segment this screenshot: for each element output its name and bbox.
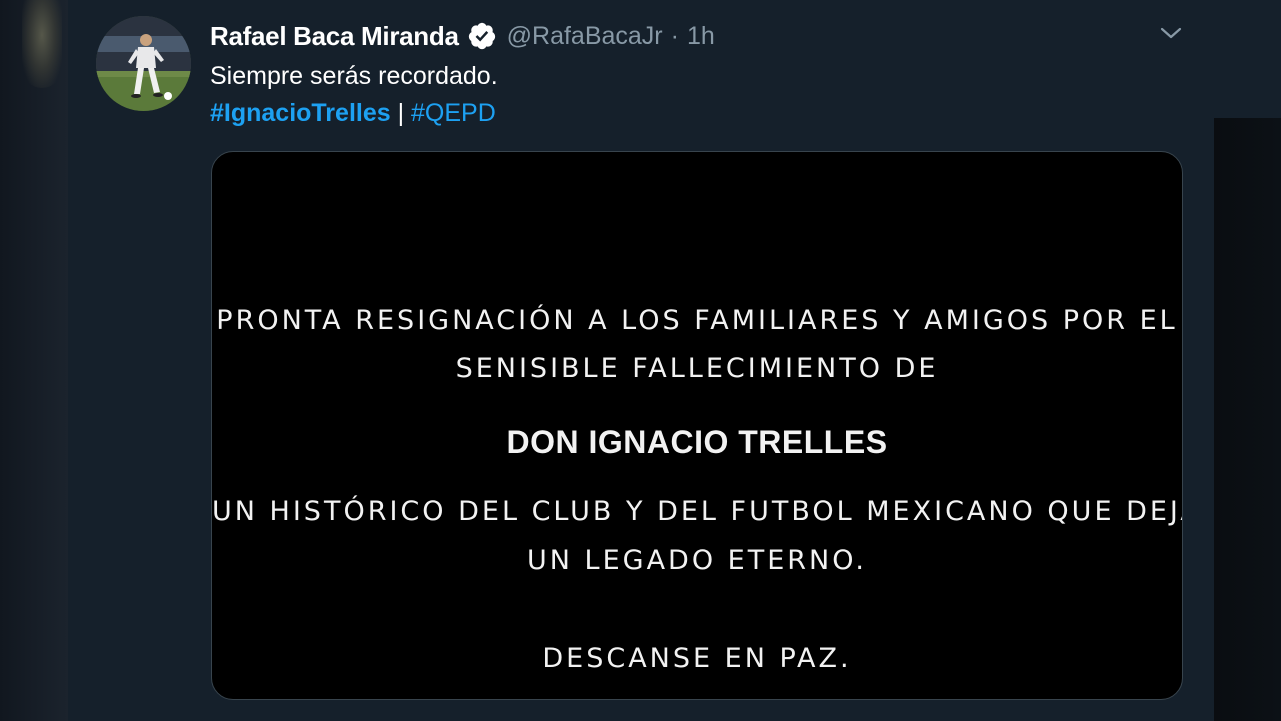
image-text-line: SENISIBLE FALLECIMIENTO DE xyxy=(455,353,939,384)
player-avatar-icon xyxy=(96,16,191,111)
image-text: PRONTA RESIGNACIÓN A LOS FAMILIARES Y AM… xyxy=(212,152,1182,699)
left-gutter xyxy=(0,0,68,721)
hashtag-line: #IgnacioTrelles | #QEPD xyxy=(210,95,498,132)
author-display-name[interactable]: Rafael Baca Miranda xyxy=(210,21,459,52)
verified-badge-icon xyxy=(467,21,497,51)
timestamp[interactable]: 1h xyxy=(687,22,715,51)
image-text-line: UN HISTÓRICO DEL CLUB Y DEL FUTBOL MEXIC… xyxy=(212,496,1183,527)
chevron-down-icon xyxy=(1160,27,1182,39)
hashtag-separator: | xyxy=(390,99,412,127)
blurred-background-shape xyxy=(22,0,62,88)
hashtag-link[interactable]: #IgnacioTrelles xyxy=(210,99,391,127)
separator-dot: · xyxy=(670,21,679,50)
media-image-card[interactable]: PRONTA RESIGNACIÓN A LOS FAMILIARES Y AM… xyxy=(211,151,1183,700)
hashtag-link[interactable]: #QEPD xyxy=(411,99,496,127)
image-text-line: PRONTA RESIGNACIÓN A LOS FAMILIARES Y AM… xyxy=(216,305,1178,336)
image-text-line: DESCANSE EN PAZ. xyxy=(542,643,852,674)
tweet-header-backdrop xyxy=(1214,0,1281,118)
screen: Rafael Baca Miranda @RafaBacaJr · 1h Sie… xyxy=(0,0,1281,721)
image-headline: DON IGNACIO TRELLES xyxy=(506,424,888,460)
tweet-menu-button[interactable] xyxy=(1158,20,1184,46)
tweet-text: Siempre serás recordado. #IgnacioTrelles… xyxy=(210,58,498,132)
image-text-line: UN LEGADO ETERNO. xyxy=(527,545,867,576)
tweet-text-line: Siempre serás recordado. xyxy=(210,62,498,90)
tweet[interactable]: Rafael Baca Miranda @RafaBacaJr · 1h Sie… xyxy=(68,0,1214,721)
author-handle[interactable]: @RafaBacaJr xyxy=(507,22,663,51)
tweet-header: Rafael Baca Miranda @RafaBacaJr · 1h xyxy=(210,18,715,54)
avatar[interactable] xyxy=(96,16,191,111)
